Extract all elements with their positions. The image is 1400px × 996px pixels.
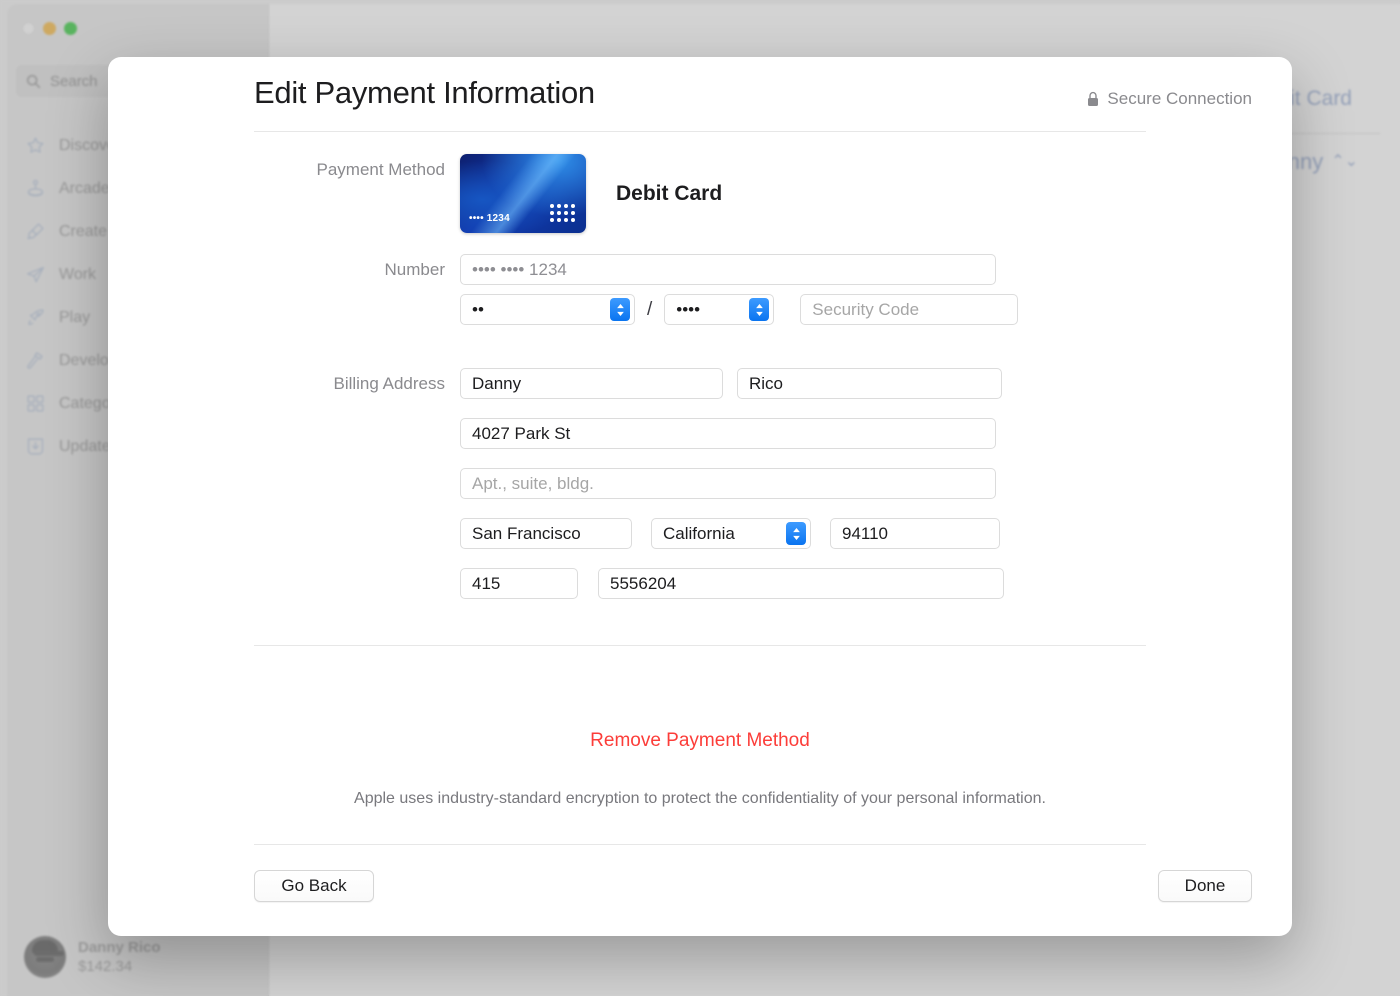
edit-payment-modal: Edit Payment Information Secure Connecti… bbox=[108, 57, 1292, 936]
lock-icon bbox=[1086, 91, 1100, 107]
card-type-label: Debit Card bbox=[616, 154, 722, 233]
phone-area-code-field[interactable]: 415 bbox=[460, 568, 578, 599]
phone-row: 415 5556204 bbox=[460, 568, 1004, 599]
payment-method-label: Payment Method bbox=[108, 154, 460, 186]
street-row: 4027 Park St bbox=[460, 418, 1004, 449]
state-value: California bbox=[663, 524, 786, 544]
footer-divider bbox=[254, 844, 1146, 845]
modal-footer: Go Back Done bbox=[108, 844, 1292, 936]
form-divider bbox=[254, 645, 1146, 646]
chevron-updown-icon[interactable] bbox=[749, 298, 769, 321]
state-select[interactable]: California bbox=[651, 518, 811, 549]
number-row: Number •••• •••• 1234 •• / •••• bbox=[108, 254, 1292, 325]
city-state-zip-row: San Francisco California 94110 bbox=[460, 518, 1004, 549]
payment-method-row: Payment Method •••• 1234 Debit Card bbox=[108, 154, 1292, 233]
expiry-month-value: •• bbox=[472, 300, 610, 320]
phone-number-field[interactable]: 5556204 bbox=[598, 568, 1004, 599]
apt-row: Apt., suite, bldg. bbox=[460, 468, 1004, 499]
security-code-field[interactable]: Security Code bbox=[800, 294, 1018, 325]
chevron-updown-icon[interactable] bbox=[786, 522, 806, 545]
expiry-separator: / bbox=[643, 294, 656, 325]
city-field[interactable]: San Francisco bbox=[460, 518, 632, 549]
expiry-month-select[interactable]: •• bbox=[460, 294, 635, 325]
street-address-field[interactable]: 4027 Park St bbox=[460, 418, 996, 449]
apt-suite-field[interactable]: Apt., suite, bldg. bbox=[460, 468, 996, 499]
billing-address-label: Billing Address bbox=[108, 368, 460, 400]
first-name-field[interactable]: Danny bbox=[460, 368, 723, 399]
expiry-year-value: •••• bbox=[676, 300, 749, 320]
card-dot-grid-icon bbox=[550, 204, 575, 222]
secure-connection-indicator: Secure Connection bbox=[1086, 89, 1252, 109]
chevron-updown-icon[interactable] bbox=[610, 298, 630, 321]
card-digits: •••• 1234 bbox=[469, 213, 510, 224]
payment-form: Payment Method •••• 1234 Debit Card Numb… bbox=[108, 132, 1292, 808]
zip-field[interactable]: 94110 bbox=[830, 518, 1000, 549]
last-name-field[interactable]: Rico bbox=[737, 368, 1002, 399]
go-back-button[interactable]: Go Back bbox=[254, 870, 374, 902]
number-label: Number bbox=[108, 254, 460, 286]
card-thumbnail[interactable]: •••• 1234 bbox=[460, 154, 586, 233]
card-number-field[interactable]: •••• •••• 1234 bbox=[460, 254, 996, 285]
encryption-disclaimer: Apple uses industry-standard encryption … bbox=[108, 790, 1292, 808]
page-title: Edit Payment Information bbox=[254, 75, 595, 111]
modal-header: Edit Payment Information Secure Connecti… bbox=[108, 57, 1292, 131]
done-button[interactable]: Done bbox=[1158, 870, 1252, 902]
remove-payment-method-link[interactable]: Remove Payment Method bbox=[108, 730, 1292, 752]
expiry-row: •• / •••• Security Code bbox=[460, 294, 1018, 325]
billing-address-row: Billing Address Danny Rico 4027 Park St … bbox=[108, 368, 1292, 599]
secure-connection-label: Secure Connection bbox=[1107, 89, 1252, 109]
expiry-year-select[interactable]: •••• bbox=[664, 294, 774, 325]
name-row: Danny Rico bbox=[460, 368, 1004, 399]
